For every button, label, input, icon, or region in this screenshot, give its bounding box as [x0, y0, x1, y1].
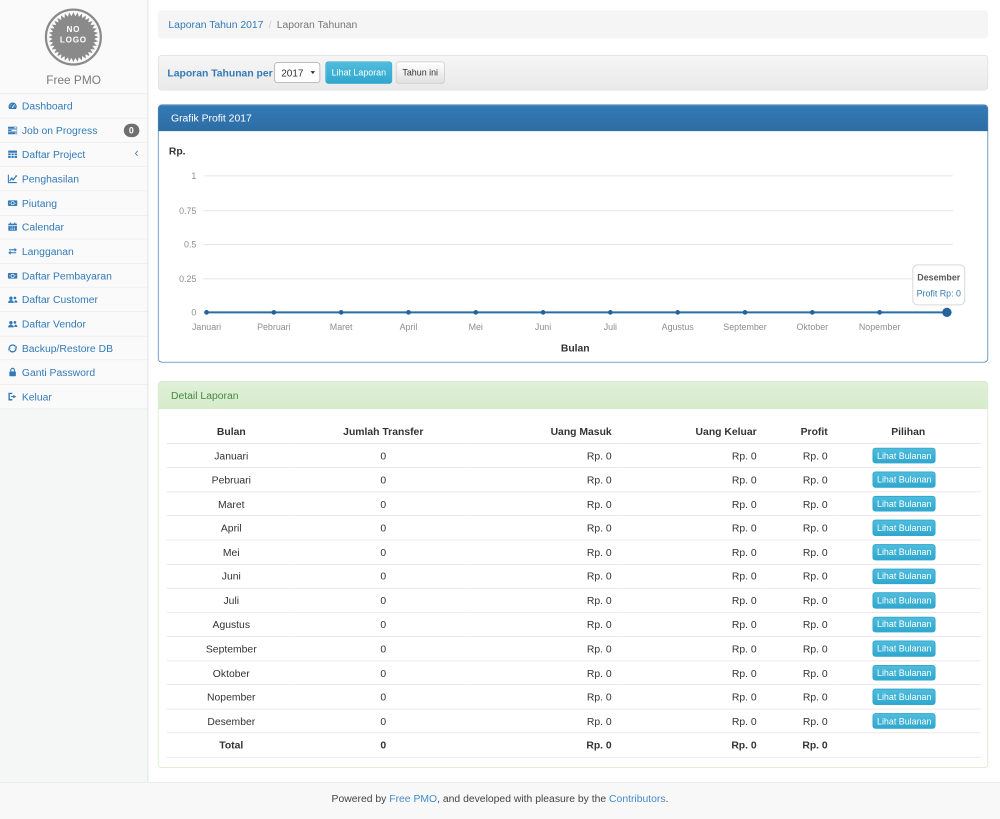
svg-text:Bulan: Bulan — [561, 343, 590, 354]
svg-text:April: April — [400, 322, 418, 332]
svg-text:0: 0 — [192, 307, 197, 317]
svg-text:Profit Rp: 0: Profit Rp: 0 — [917, 289, 961, 299]
svg-text:Pebruari: Pebruari — [257, 322, 291, 332]
svg-text:0.25: 0.25 — [179, 274, 196, 284]
svg-text:Nopember: Nopember — [859, 322, 900, 332]
svg-text:Oktober: Oktober — [797, 322, 829, 332]
svg-text:NO: NO — [67, 25, 81, 34]
svg-text:Agustus: Agustus — [662, 322, 695, 332]
svg-text:Juli: Juli — [604, 322, 617, 332]
svg-text:0.5: 0.5 — [184, 240, 196, 250]
svg-text:Januari: Januari — [192, 322, 221, 332]
svg-text:LOGO: LOGO — [60, 36, 87, 45]
svg-text:Juni: Juni — [535, 322, 551, 332]
svg-text:Mei: Mei — [469, 322, 483, 332]
svg-text:Maret: Maret — [330, 322, 353, 332]
svg-text:Rp.: Rp. — [169, 146, 186, 157]
svg-text:1: 1 — [192, 171, 197, 181]
svg-text:Desember: Desember — [917, 272, 960, 282]
svg-text:September: September — [723, 322, 766, 332]
svg-text:0.75: 0.75 — [179, 206, 196, 216]
